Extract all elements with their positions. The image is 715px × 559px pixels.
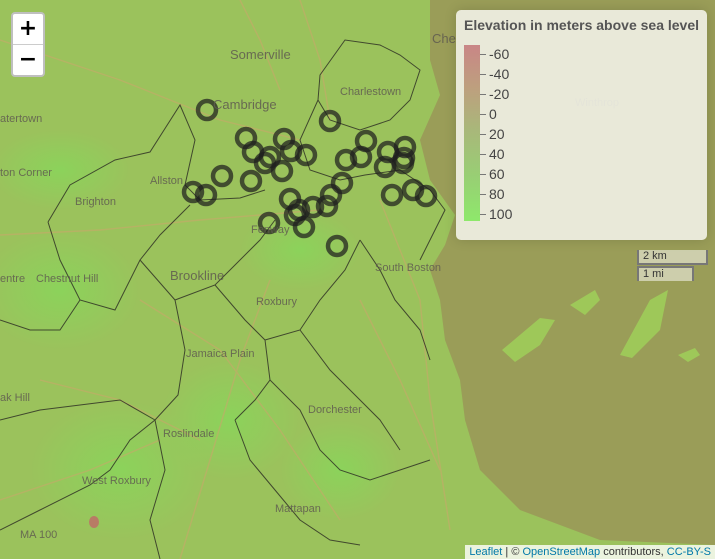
legend-tick [480, 134, 486, 135]
zoom-out-button[interactable]: − [13, 45, 43, 75]
osm-link[interactable]: OpenStreetMap [522, 546, 600, 558]
scale-bar-mi: 1 mi [637, 266, 694, 281]
attribution-separator: | © [502, 546, 523, 558]
place-label: Dorchester [308, 404, 362, 416]
place-label: Che [432, 31, 456, 46]
place-label: MA 100 [20, 529, 58, 541]
legend-label: -60 [489, 46, 510, 62]
place-label: Somerville [230, 47, 291, 62]
place-label: Fenway [251, 224, 290, 236]
place-label: entre [0, 273, 26, 285]
legend-label: 100 [489, 206, 513, 222]
legend-label: 20 [489, 126, 505, 142]
place-label: atertown [0, 113, 43, 125]
place-label: Allston [150, 175, 184, 187]
legend-label: -20 [489, 86, 510, 102]
zoom-in-button[interactable]: + [13, 14, 43, 45]
place-label: ton Corner [0, 167, 52, 179]
legend-title: Elevation in meters above sea level [464, 17, 700, 33]
legend-color-ramp [464, 45, 480, 221]
legend-label: -40 [489, 66, 510, 82]
place-label: West Roxbury [82, 475, 151, 487]
legend-label: 0 [489, 106, 497, 122]
legend-tick [480, 114, 486, 115]
place-label: Cambridge [213, 97, 277, 112]
zoom-control: + − [11, 12, 45, 77]
license-link[interactable]: CC-BY-S [667, 546, 711, 558]
leaflet-link[interactable]: Leaflet [469, 546, 502, 558]
place-label: Chestnut Hill [36, 273, 99, 285]
place-label: South Boston [375, 262, 442, 274]
place-label: Charlestown [340, 86, 402, 98]
legend-tick [480, 174, 486, 175]
legend-tick [480, 154, 486, 155]
place-label: Mattapan [275, 503, 321, 515]
legend-label: 40 [489, 146, 505, 162]
map-attribution: Leaflet | © OpenStreetMap contributors, … [465, 545, 715, 559]
legend-tick [480, 54, 486, 55]
legend-tick [480, 74, 486, 75]
scale-bar-km: 2 km [637, 250, 708, 265]
low-elevation-spot [89, 516, 99, 528]
attribution-text: contributors, [600, 546, 667, 558]
place-label: Jamaica Plain [186, 348, 255, 360]
legend-tick [480, 214, 486, 215]
place-label: Roslindale [163, 428, 215, 440]
legend-label: 60 [489, 166, 505, 182]
place-label: Brookline [170, 268, 225, 283]
legend-tick [480, 194, 486, 195]
legend-label: 80 [489, 186, 505, 202]
place-label: ak Hill [0, 392, 30, 404]
elevation-legend: Elevation in meters above sea level -60 -… [456, 10, 707, 240]
place-label: Roxbury [256, 296, 297, 308]
legend-tick [480, 94, 486, 95]
place-label: Brighton [75, 196, 116, 208]
